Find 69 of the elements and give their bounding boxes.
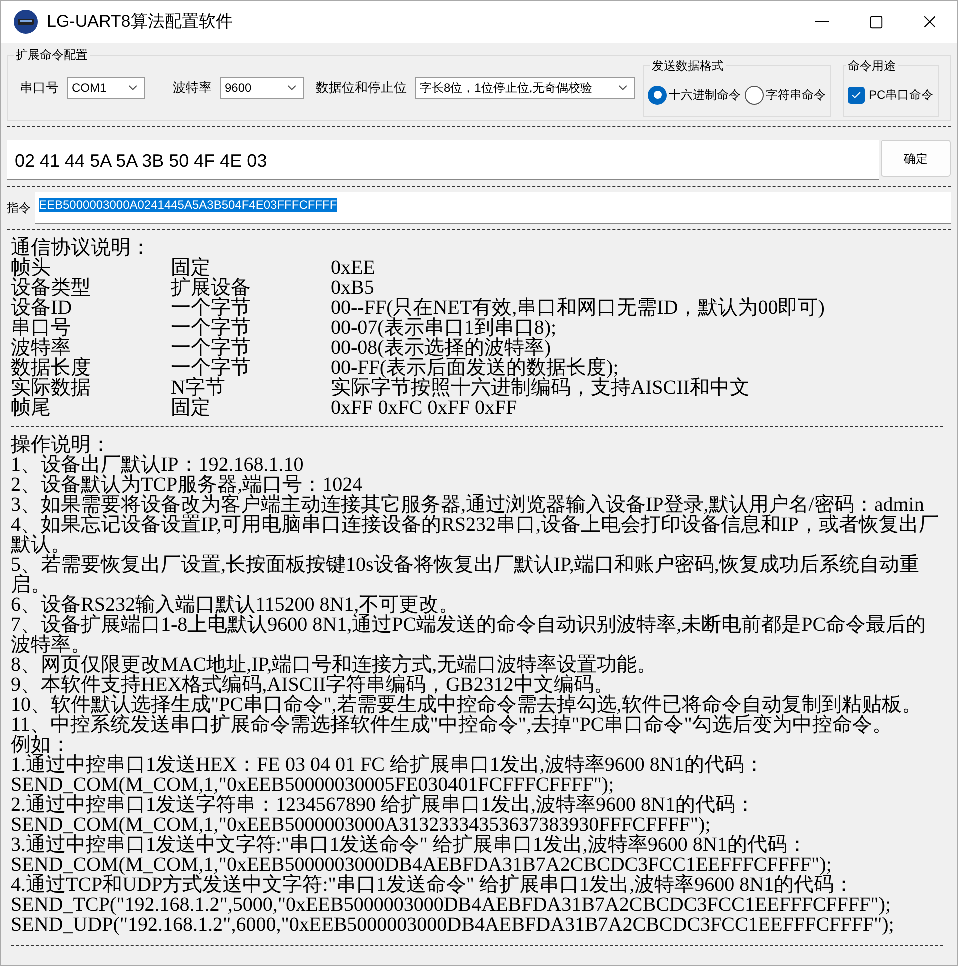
maximize-icon	[868, 14, 884, 30]
instruction-text: 1、设备出厂默认IP：192.168.1.10	[11, 455, 305, 475]
confirm-button[interactable]: 确定	[881, 140, 951, 177]
table-cell-text: 帧尾	[11, 398, 52, 418]
instruction-text: 6、设备RS232输入端口默认115200 8N1,不可更改。	[11, 595, 460, 615]
group-title: 命令用途	[846, 57, 898, 75]
table-cell-text: 固定	[171, 398, 212, 418]
checkbox[interactable]: PC串口命令	[848, 86, 934, 104]
table-cell-text: 实际数据	[11, 378, 92, 398]
group-title: 发送数据格式	[650, 57, 726, 75]
example-text: SEND_TCP("192.168.1.2",5000,"0xEEB5000003000DB4AEBFDA31B7A2CBCDC3FCC1EEFFFCFFFF");	[11, 895, 892, 915]
table-cell-text: 串口号	[11, 318, 72, 338]
table-cell: 00-FF(表示后面发送的数据长度);	[331, 358, 619, 378]
table-cell: 00--FF(只在NET有效,串口和网口无需ID，默认为00即可)	[331, 298, 825, 318]
radio-option[interactable]: 字符串命令	[745, 86, 826, 104]
table-cell-text: 一个字节	[171, 358, 252, 378]
field-label: 串口号	[20, 79, 59, 98]
instruction-text: 11、中控系统发送串口扩展命令需选择软件生成"中控命令",去掉"PC串口命令"勾选后变为中控命令。	[11, 715, 894, 735]
command-field[interactable]: EEB5000003000A0241445A5A3B504F4E03FFFCFFFF	[35, 192, 951, 224]
instruction-text: 5、若需要恢复出厂设置,长按面板按键10s设备将恢复出厂默认IP,端口和账户密码,恢复成功后系统自动重启。	[11, 555, 920, 595]
instruction-text: 7、设备扩展端口1-8上电默认9600 8N1,通过PC端发送的命令自动识别波特率,未断电前都是PC命令最后的波特率。	[11, 615, 928, 655]
example-text: 4.通过TCP和UDP方式发送中文字符:"串口1发送命令" 给扩展串口1发出,波特率9600 8N1的代码：	[11, 875, 856, 895]
table-cell: 00-08(表示选择的波特率)	[331, 338, 551, 358]
instruction-text: 4、如果忘记设备设置IP,可用电脑串口连接设备的RS232串口,设备上电会打印设备信息和IP，或者恢复出厂默认。	[11, 515, 940, 555]
dropdown[interactable]: 9600	[220, 77, 304, 99]
command-text: EEB5000003000A0241445A5A3B504F4E03FFFCFFFF	[39, 198, 338, 212]
check-icon	[851, 90, 862, 100]
section-title: 例如：	[11, 735, 71, 755]
table-cell-text: 扩展设备	[171, 278, 252, 298]
field-label: 数据位和停止位	[316, 79, 407, 98]
table-cell: 0xFF 0xFC 0xFF 0xFF	[331, 398, 518, 418]
app-icon	[13, 9, 39, 35]
example-text: SEND_COM(M_COM,1,"0xEEB5000003000A31323334353637383930FFFCFFFF");	[11, 815, 712, 835]
minimize-icon	[815, 21, 829, 23]
instruction-text: 10、软件默认选择生成"PC串口命令",若需要生成中控命令需去掉勾选,软件已将命令自动复制到粘贴板。	[11, 695, 923, 715]
table-cell-text: 波特率	[11, 338, 72, 358]
hex-input-field[interactable]: 02 41 44 5A 5A 3B 50 4F 4E 03	[7, 140, 879, 180]
example-text: SEND_COM(M_COM,1,"0xEEB5000003000DB4AEBFDA31B7A2CBCDC3FCC1EEFFFCFFFF");	[11, 855, 832, 875]
example-text: 2.通过中控串口1发送字符串：1234567890 给扩展串口1发出,波特率9600 8N1的代码：	[11, 795, 756, 815]
example-text: SEND_COM(M_COM,1,"0xEEB50000030005FE030401FCFFFCFFFF");	[11, 775, 616, 795]
group-title: 扩展命令配置	[14, 46, 90, 64]
table-cell-text: 固定	[171, 258, 211, 278]
example-text: 3.通过中控串口1发送中文字符:"串口1发送命令" 给扩展串口1发出,波特率9600 8N1的代码：	[11, 835, 808, 855]
example-text: 1.通过中控串口1发送HEX：FE 03 04 01 FC 给扩展串口1发出,波特率9600 8N1的代码：	[11, 755, 766, 775]
table-cell: 实际字节按照十六进制编码，支持AISCII和中文	[331, 378, 750, 398]
section-title: 操作说明：	[11, 435, 111, 455]
instruction-text: 3、如果需要将设备改为客户端主动连接其它服务器,通过浏览器输入设备IP登录,默认用户名/密码：admin	[11, 495, 924, 515]
table-cell-text: 设备ID	[11, 298, 74, 318]
field-label: 指令	[7, 200, 31, 217]
table-cell-text: 一个字节	[171, 298, 252, 318]
instruction-text: 8、网页仅限更改MAC地址,IP,端口号和连接方式,无端口波特率设置功能。	[11, 655, 658, 675]
table-cell: 0xB5	[331, 278, 374, 298]
field-label: 波特率	[173, 79, 212, 98]
table-cell-text: N字节	[171, 378, 226, 398]
dropdown[interactable]: 字长8位，1位停止位,无奇偶校验	[415, 77, 635, 99]
table-cell: 00-07(表示串口1到串口8);	[331, 318, 557, 338]
radio-option[interactable]: 十六进制命令	[648, 86, 741, 104]
dropdown[interactable]: COM1	[67, 77, 145, 99]
table-cell-text: 一个字节	[171, 318, 252, 338]
table-cell-text: 设备类型	[11, 278, 92, 298]
window-title: LG-UART8算法配置软件	[47, 11, 233, 34]
table-cell-text: 帧头	[11, 258, 52, 278]
example-text: SEND_UDP("192.168.1.2",6000,"0xEEB5000003000DB4AEBFDA31B7A2CBCDC3FCC1EEFFFCFFFF");	[11, 915, 896, 935]
table-cell: 0xEE	[331, 258, 376, 278]
table-cell-text: 数据长度	[11, 358, 92, 378]
instruction-text: 2、设备默认为TCP服务器,端口号：1024	[11, 475, 363, 495]
table-cell-text: 一个字节	[171, 338, 252, 358]
instruction-text: 9、本软件支持HEX格式编码,AISCII字符串编码，GB2312中文编码。	[11, 675, 614, 695]
section-title: 通信协议说明：	[11, 238, 152, 258]
